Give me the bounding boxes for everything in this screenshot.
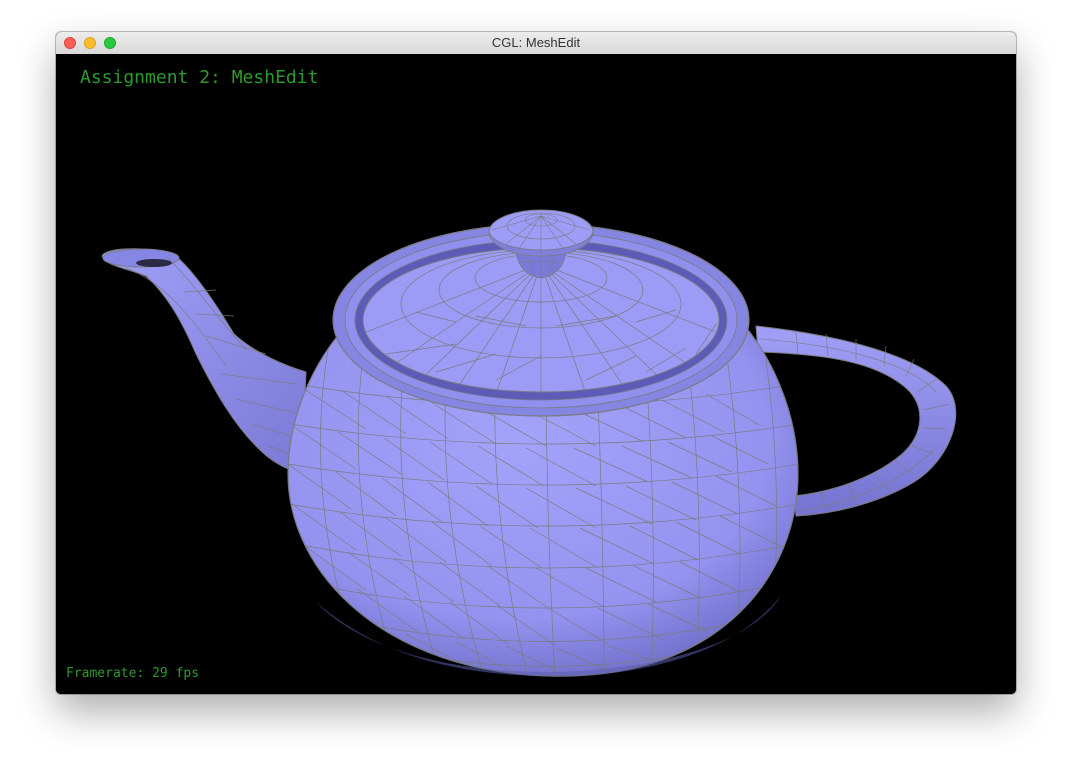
framerate-readout: Framerate: 29 fps bbox=[66, 666, 200, 681]
app-window: CGL: MeshEdit Assignment 2: MeshEdit Fra… bbox=[56, 32, 1016, 694]
assignment-heading: Assignment 2: MeshEdit bbox=[80, 67, 319, 88]
teapot-mesh[interactable] bbox=[56, 54, 1016, 694]
teapot-lid bbox=[362, 209, 720, 393]
render-viewport[interactable]: Assignment 2: MeshEdit Framerate: 29 fps bbox=[56, 54, 1016, 694]
window-title: CGL: MeshEdit bbox=[491, 35, 581, 50]
teapot-spout bbox=[101, 248, 307, 475]
title-bar[interactable]: CGL: MeshEdit bbox=[56, 32, 1016, 55]
